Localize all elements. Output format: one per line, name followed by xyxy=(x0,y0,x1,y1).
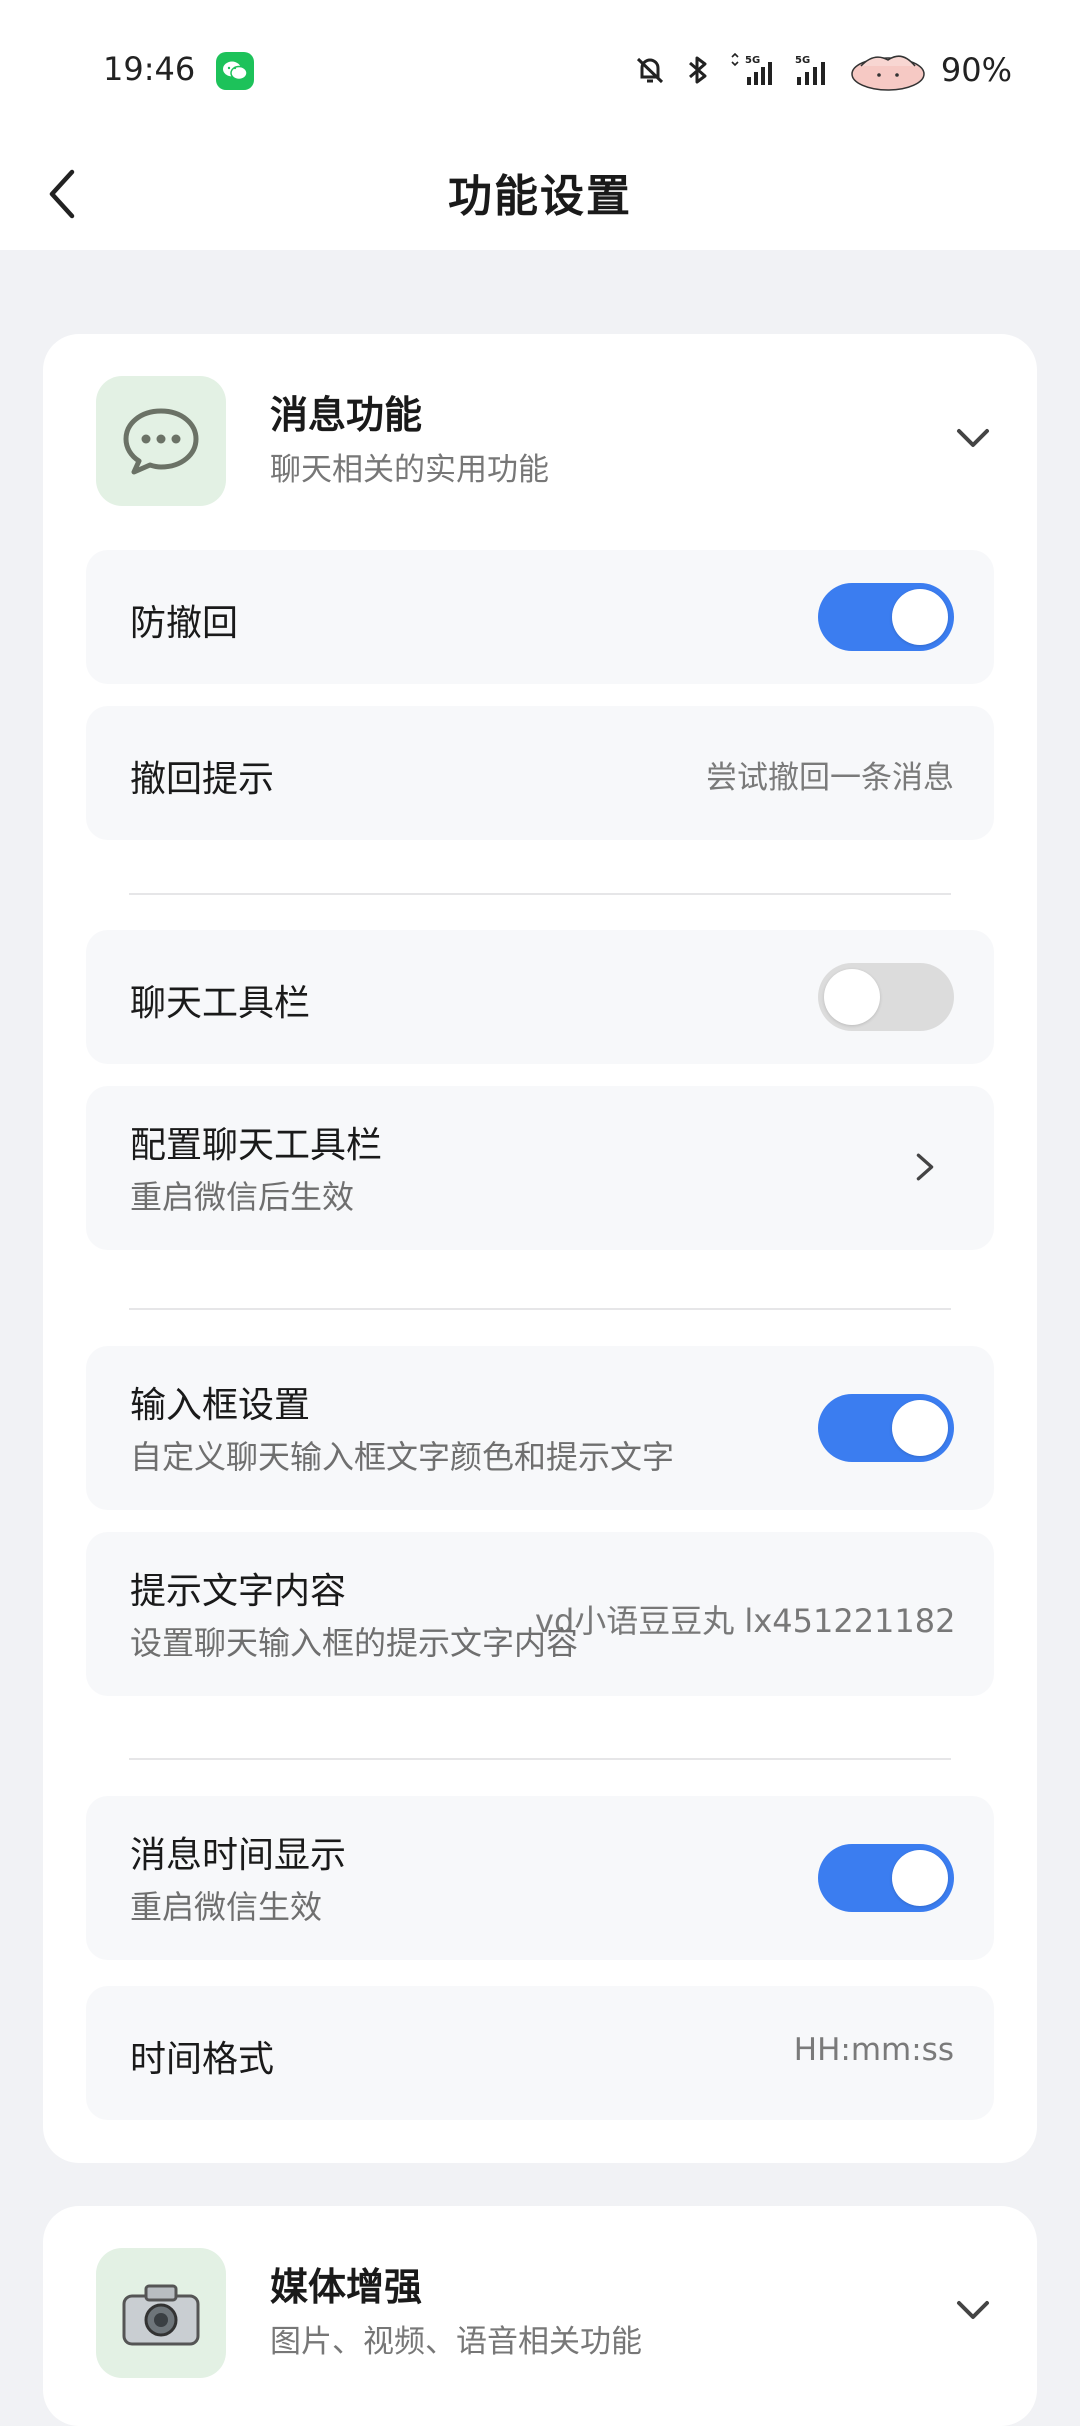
message-time-toggle[interactable] xyxy=(818,1844,954,1912)
toggle-knob xyxy=(892,1850,948,1906)
card-title: 媒体增强 xyxy=(270,2265,423,2309)
divider xyxy=(129,1308,951,1310)
setting-row-input-box[interactable]: 输入框设置 自定义聊天输入框文字颜色和提示文字 xyxy=(86,1346,994,1510)
setting-label: 聊天工具栏 xyxy=(130,983,311,1024)
setting-row-chat-toolbar[interactable]: 聊天工具栏 xyxy=(86,930,994,1064)
chevron-down-icon[interactable] xyxy=(953,418,993,458)
setting-sublabel: 重启微信生效 xyxy=(130,1888,323,1926)
status-bar: 19:46 5G 5G 90% xyxy=(0,0,1080,140)
signal-5g-icon: 5G xyxy=(731,53,772,85)
battery-bun-icon xyxy=(851,55,925,91)
setting-row-recall-hint[interactable]: 撤回提示 尝试撤回一条消息 xyxy=(86,706,994,840)
setting-row-message-time[interactable]: 消息时间显示 重启微信生效 xyxy=(86,1796,994,1960)
setting-label: 消息时间显示 xyxy=(130,1835,347,1876)
setting-row-time-format[interactable]: 时间格式 HH:mm:ss xyxy=(86,1986,994,2120)
camera-icon xyxy=(96,2248,226,2378)
status-icons: 5G 5G 90% xyxy=(633,48,1012,92)
setting-row-configure-toolbar[interactable]: 配置聊天工具栏 重启微信后生效 xyxy=(86,1086,994,1250)
svg-text:5G: 5G xyxy=(795,55,810,66)
chat-bubble-icon xyxy=(96,376,226,506)
card-subtitle: 图片、视频、语音相关功能 xyxy=(270,2324,642,2360)
svg-text:5G: 5G xyxy=(745,55,760,66)
setting-label: 提示文字内容 xyxy=(130,1571,347,1612)
message-features-card: 消息功能 聊天相关的实用功能 防撤回 撤回提示 尝试撤回一条消息 聊天工具栏 配… xyxy=(43,334,1037,2163)
wechat-icon xyxy=(216,52,254,90)
page-title: 功能设置 xyxy=(448,171,632,222)
divider xyxy=(129,1758,951,1760)
setting-sublabel: 自定义聊天输入框文字颜色和提示文字 xyxy=(130,1438,675,1476)
chevron-right-icon xyxy=(916,1153,934,1181)
media-enhance-header[interactable]: 媒体增强 图片、视频、语音相关功能 xyxy=(43,2206,1037,2416)
setting-row-anti-recall[interactable]: 防撤回 xyxy=(86,550,994,684)
message-features-header[interactable]: 消息功能 聊天相关的实用功能 xyxy=(43,334,1037,544)
setting-value: HH:mm:ss xyxy=(793,2032,954,2068)
battery-text: 90% xyxy=(940,51,1012,89)
chat-toolbar-toggle[interactable] xyxy=(818,963,954,1031)
input-box-toggle[interactable] xyxy=(818,1394,954,1462)
toggle-knob xyxy=(892,1400,948,1456)
divider xyxy=(129,893,951,895)
title-bar: 功能设置 xyxy=(0,140,1080,250)
setting-label: 防撤回 xyxy=(130,603,239,644)
anti-recall-toggle[interactable] xyxy=(818,583,954,651)
setting-label: 撤回提示 xyxy=(130,759,275,800)
status-time: 19:46 xyxy=(103,50,196,88)
hint-text-value: vd小语豆豆丸 lx451221182 xyxy=(535,1602,956,1640)
toggle-knob xyxy=(824,969,880,1025)
setting-label: 时间格式 xyxy=(130,2039,275,2080)
bluetooth-icon xyxy=(688,56,707,84)
setting-value: 尝试撤回一条消息 xyxy=(706,760,954,796)
signal-5g-icon: 5G xyxy=(795,55,825,85)
mute-icon xyxy=(636,57,663,84)
chevron-down-icon[interactable] xyxy=(953,2290,993,2330)
toggle-knob xyxy=(892,589,948,645)
setting-sublabel: 重启微信后生效 xyxy=(130,1178,355,1216)
setting-label: 输入框设置 xyxy=(130,1385,311,1426)
card-title: 消息功能 xyxy=(270,393,423,437)
setting-sublabel: 设置聊天输入框的提示文字内容 xyxy=(130,1624,579,1662)
setting-label: 配置聊天工具栏 xyxy=(130,1125,383,1166)
media-enhance-card: 媒体增强 图片、视频、语音相关功能 xyxy=(43,2206,1037,2426)
card-subtitle: 聊天相关的实用功能 xyxy=(270,452,549,488)
